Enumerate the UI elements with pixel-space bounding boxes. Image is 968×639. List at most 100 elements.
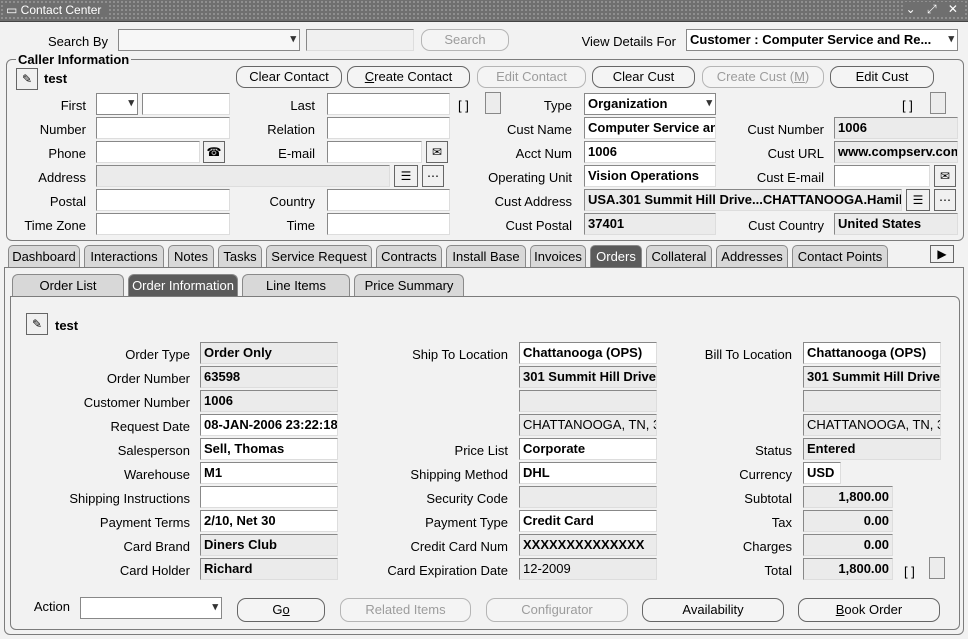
scroll-right-icon[interactable]: ▶ <box>930 245 954 263</box>
tab-orders[interactable]: Orders <box>590 245 642 267</box>
time-zone-field[interactable] <box>96 213 230 235</box>
total-field[interactable]: 1,800.00 <box>803 558 893 580</box>
card-holder-field[interactable]: Richard <box>200 558 338 580</box>
time-field[interactable] <box>327 213 450 235</box>
currency-field[interactable]: USD <box>803 462 841 484</box>
first-name-field[interactable] <box>142 93 230 115</box>
type-select[interactable]: Organization <box>584 93 716 115</box>
search-by-select[interactable] <box>118 29 300 51</box>
subtab-order-list[interactable]: Order List <box>12 274 124 296</box>
cust-address-list-icon[interactable]: ☰ <box>906 189 930 211</box>
status-field[interactable]: Entered <box>803 438 941 460</box>
ship-to-field-4[interactable]: CHATTANOOGA, TN, 37401 <box>519 414 657 436</box>
view-details-select[interactable]: Customer : Computer Service and Re... <box>686 29 958 51</box>
cust-url-field[interactable]: www.compserv.com <box>834 141 958 163</box>
security-code-field[interactable] <box>519 486 657 508</box>
flex-box-right[interactable] <box>930 92 946 114</box>
bill-to-field-4[interactable]: CHATTANOOGA, TN, 37401 <box>803 414 941 436</box>
number-field[interactable] <box>96 117 230 139</box>
cust-address-ellipsis-icon[interactable]: ⋯ <box>934 189 956 211</box>
last-name-field[interactable] <box>327 93 450 115</box>
relation-field[interactable] <box>327 117 450 139</box>
phone-icon[interactable]: ☎ <box>203 141 225 163</box>
tab-dashboard[interactable]: Dashboard <box>8 245 80 267</box>
order-type-field[interactable]: Order Only <box>200 342 338 364</box>
tab-notes[interactable]: Notes <box>168 245 214 267</box>
tab-interactions[interactable]: Interactions <box>84 245 164 267</box>
flex-bracket-right[interactable]: [ ] <box>902 98 913 113</box>
bill-to-field-2[interactable]: 301 Summit Hill Drive <box>803 366 941 388</box>
salesperson-field[interactable]: Sell, Thomas <box>200 438 338 460</box>
action-select[interactable] <box>80 597 222 619</box>
payment-type-field[interactable]: Credit Card <box>519 510 657 532</box>
subtab-price-summary[interactable]: Price Summary <box>354 274 464 296</box>
list-icon[interactable]: ☰ <box>394 165 418 187</box>
card-exp-field[interactable]: 12-2009 <box>519 558 657 580</box>
shipping-method-field[interactable]: DHL <box>519 462 657 484</box>
ellipsis-icon[interactable]: ⋯ <box>422 165 444 187</box>
cust-name-field[interactable]: Computer Service and <box>584 117 716 139</box>
ship-to-field-1[interactable]: Chattanooga (OPS) <box>519 342 657 364</box>
clear-contact-button[interactable]: Clear Contact <box>236 66 342 88</box>
availability-button[interactable]: Availability <box>642 598 784 622</box>
tab-contracts[interactable]: Contracts <box>376 245 442 267</box>
operating-unit-field[interactable]: Vision Operations <box>584 165 716 187</box>
price-list-field[interactable]: Corporate <box>519 438 657 460</box>
go-button[interactable]: Go <box>237 598 325 622</box>
notepad-icon[interactable]: ✎ <box>16 68 38 90</box>
flex-bracket[interactable]: [ ] <box>458 98 469 113</box>
order-notepad-icon[interactable]: ✎ <box>26 313 48 335</box>
ship-to-field-3[interactable] <box>519 390 657 412</box>
edit-contact-button[interactable]: Edit Contact <box>477 66 586 88</box>
shipping-instructions-field[interactable] <box>200 486 338 508</box>
subtotal-field[interactable]: 1,800.00 <box>803 486 893 508</box>
tax-field[interactable]: 0.00 <box>803 510 893 532</box>
book-order-button[interactable]: Book Order <box>798 598 940 622</box>
edit-cust-button[interactable]: Edit Cust <box>830 66 934 88</box>
subtab-line-items[interactable]: Line Items <box>242 274 350 296</box>
tab-tasks[interactable]: Tasks <box>218 245 262 267</box>
request-date-field[interactable]: 08-JAN-2006 23:22:18 <box>200 414 338 436</box>
postal-field[interactable] <box>96 189 230 211</box>
cust-email-icon[interactable]: ✉ <box>934 165 956 187</box>
tab-install-base[interactable]: Install Base <box>446 245 526 267</box>
cust-address-field[interactable]: USA.301 Summit Hill Drive...CHATTANOOGA.… <box>584 189 902 211</box>
flex-box[interactable] <box>485 92 501 114</box>
credit-card-num-field[interactable]: XXXXXXXXXXXXXX <box>519 534 657 556</box>
tab-contact-points[interactable]: Contact Points <box>792 245 888 267</box>
cust-country-field[interactable]: United States <box>834 213 958 235</box>
search-button[interactable]: Search <box>421 29 509 51</box>
warehouse-field[interactable]: M1 <box>200 462 338 484</box>
create-cust-button[interactable]: Create Cust (M) <box>702 66 824 88</box>
card-brand-field[interactable]: Diners Club <box>200 534 338 556</box>
payment-terms-field[interactable]: 2/10, Net 30 <box>200 510 338 532</box>
address-field[interactable] <box>96 165 390 187</box>
cust-email-field[interactable] <box>834 165 930 187</box>
cust-postal-field[interactable]: 37401 <box>584 213 716 235</box>
order-flex-bracket[interactable]: [ ] <box>904 564 915 579</box>
order-flex-box[interactable] <box>929 557 945 579</box>
charges-field[interactable]: 0.00 <box>803 534 893 556</box>
create-contact-button[interactable]: Create Contact <box>347 66 470 88</box>
ship-to-field-2[interactable]: 301 Summit Hill Drive <box>519 366 657 388</box>
tab-invoices[interactable]: Invoices <box>530 245 586 267</box>
configurator-button[interactable]: Configurator <box>486 598 628 622</box>
tab-service-request[interactable]: Service Request <box>266 245 372 267</box>
search-input[interactable] <box>306 29 414 51</box>
tab-collateral[interactable]: Collateral <box>646 245 712 267</box>
email-icon[interactable]: ✉ <box>426 141 448 163</box>
bill-to-field-3[interactable] <box>803 390 941 412</box>
bill-to-field-1[interactable]: Chattanooga (OPS) <box>803 342 941 364</box>
acct-num-field[interactable]: 1006 <box>584 141 716 163</box>
tab-addresses[interactable]: Addresses <box>716 245 788 267</box>
subtab-order-information[interactable]: Order Information <box>128 274 238 296</box>
customer-number-field[interactable]: 1006 <box>200 390 338 412</box>
order-number-field[interactable]: 63598 <box>200 366 338 388</box>
phone-field[interactable] <box>96 141 200 163</box>
cust-number-field[interactable]: 1006 <box>834 117 958 139</box>
country-field[interactable] <box>327 189 450 211</box>
salutation-select[interactable] <box>96 93 138 115</box>
email-field[interactable] <box>327 141 422 163</box>
window-controls[interactable]: ⌄ ⤢ ✕ <box>903 2 964 17</box>
related-items-button[interactable]: Related Items <box>340 598 471 622</box>
